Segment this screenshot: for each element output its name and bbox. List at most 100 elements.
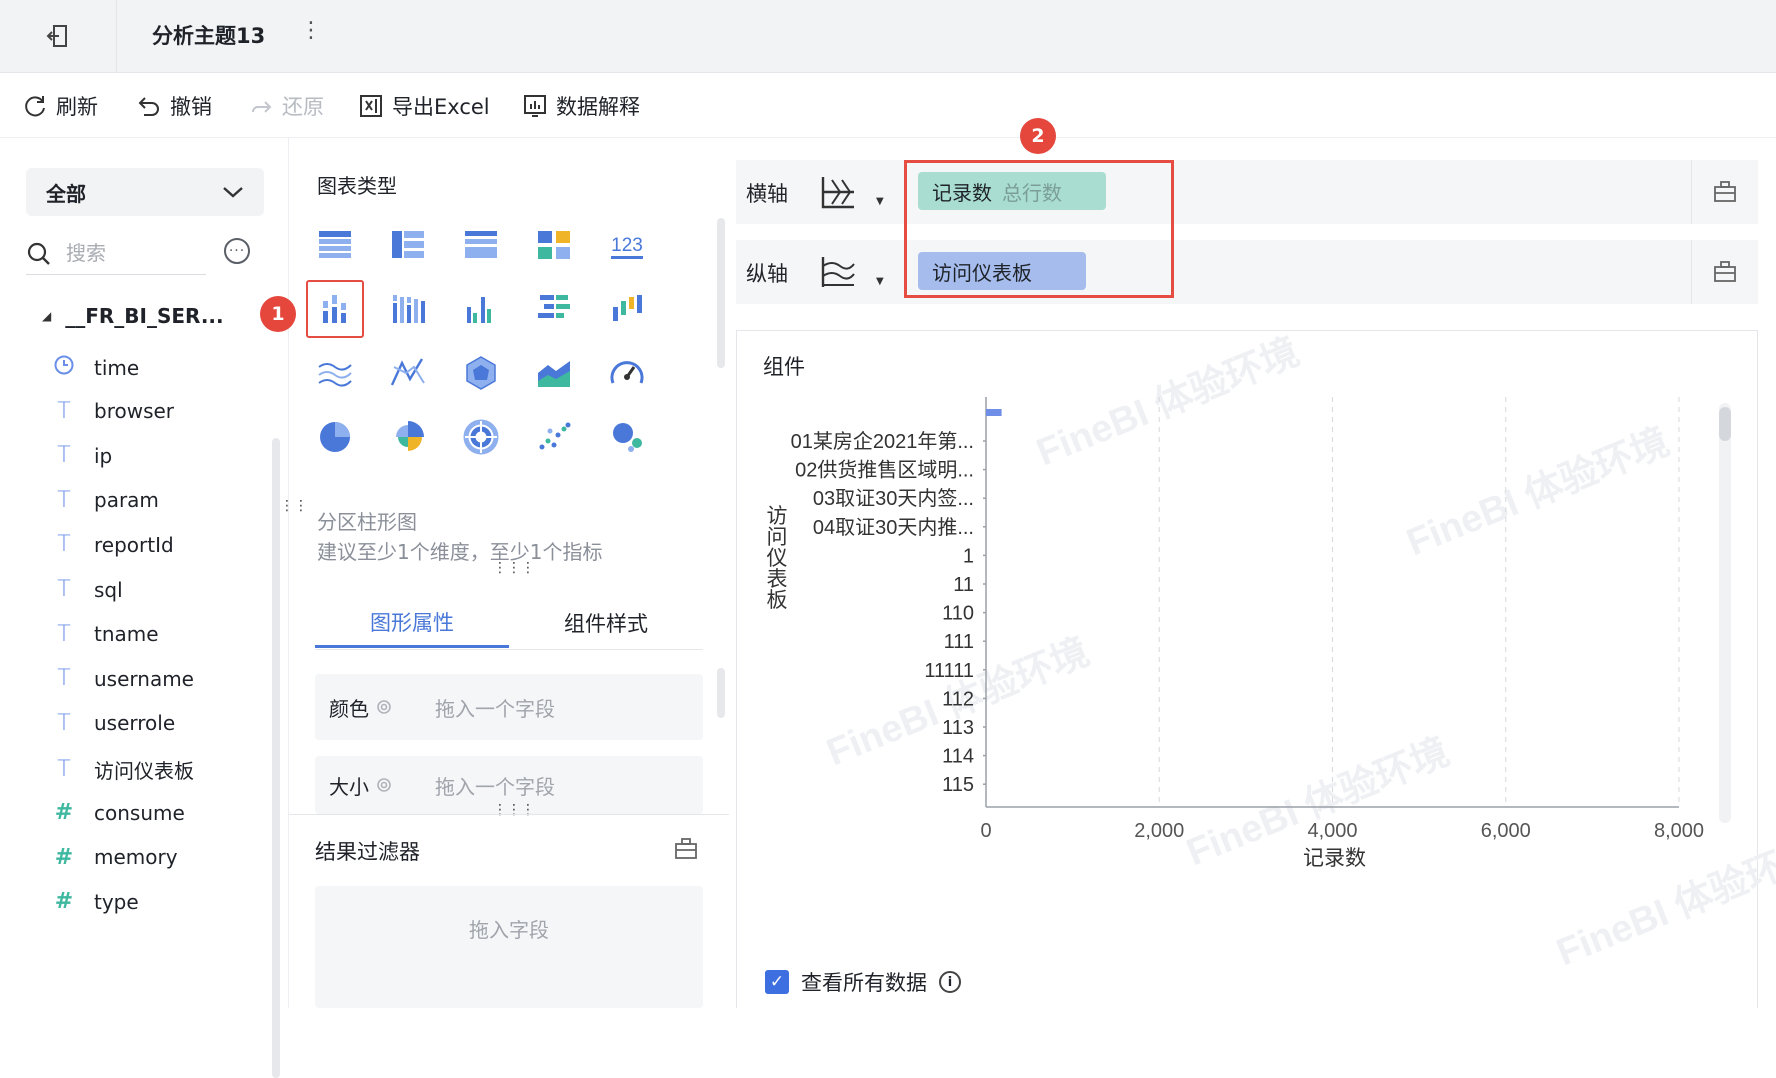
chart-type-option[interactable]: [525, 408, 583, 466]
tab-component-style[interactable]: 组件样式: [509, 598, 703, 648]
export-excel-icon: [360, 95, 382, 117]
field-name: ip: [94, 443, 113, 468]
chart-type-option[interactable]: [306, 216, 364, 274]
field-item[interactable]: Tip: [52, 443, 112, 468]
table-node[interactable]: ◢ __FR_BI_SER...: [42, 304, 224, 328]
chart-type-scrollbar[interactable]: [717, 218, 725, 368]
field-item[interactable]: Tusername: [52, 666, 194, 691]
chart-type-option[interactable]: 123: [598, 216, 656, 274]
chart-type-option[interactable]: [598, 408, 656, 466]
y-tick-label: 111: [944, 631, 974, 653]
field-name: consume: [94, 800, 185, 825]
toolbar: 刷新 撤销 还原 导出Excel 数据解释: [0, 73, 1776, 138]
text-field-icon: T: [57, 757, 71, 783]
refresh-icon: [25, 96, 45, 117]
chart-scrollbar-thumb[interactable]: [1719, 407, 1731, 441]
scope-value: 全部: [46, 181, 86, 206]
view-all-checkbox[interactable]: ✓: [765, 970, 789, 994]
y-tick-label: 110: [942, 603, 974, 625]
y-axis-type-button[interactable]: [818, 252, 858, 296]
top-header: 分析主题13 ⋮: [0, 0, 1776, 73]
chart-type-option[interactable]: [306, 408, 364, 466]
search-box: [26, 234, 206, 275]
resize-grip-icon[interactable]: ⋮⋮⋮: [493, 803, 535, 817]
stacked-column-chart-icon: [393, 295, 425, 323]
field-item[interactable]: Tparam: [52, 488, 159, 513]
field-name: tname: [94, 622, 159, 647]
y-tick-label: 115: [942, 774, 974, 796]
y-axis-shelf: 纵轴 ▼ 访问仪表板: [736, 240, 1758, 304]
x-axis-type-button[interactable]: [818, 172, 858, 216]
x-axis-dropdown-icon[interactable]: ▼: [876, 196, 884, 207]
chart-type-option[interactable]: [452, 216, 510, 274]
chart-type-option[interactable]: [306, 280, 364, 338]
filter-settings-icon[interactable]: [673, 836, 699, 866]
field-item[interactable]: # type: [52, 889, 139, 914]
text-field-icon: T: [57, 710, 71, 736]
refresh-button[interactable]: 刷新: [22, 91, 98, 121]
field-item[interactable]: time: [52, 354, 139, 382]
chart-type-option[interactable]: [525, 344, 583, 402]
gear-icon[interactable]: [375, 698, 393, 716]
area-chart-icon: [538, 361, 570, 387]
field-item[interactable]: T 访问仪表板: [52, 755, 194, 784]
field-item[interactable]: Tuserrole: [52, 711, 175, 736]
field-item[interactable]: # memory: [52, 845, 178, 870]
y-axis-dropdown-icon[interactable]: ▼: [876, 276, 884, 287]
size-label: 大小: [329, 774, 369, 799]
info-icon[interactable]: i: [939, 971, 961, 993]
chart-type-option[interactable]: [598, 344, 656, 402]
text-field-icon: T: [57, 487, 71, 513]
chart-type-option[interactable]: [525, 280, 583, 338]
field-item[interactable]: Tbrowser: [52, 399, 174, 424]
color-drop-zone[interactable]: 颜色 拖入一个字段: [315, 674, 703, 740]
gauge-icon: [610, 361, 644, 384]
y-axis-settings-button[interactable]: [1691, 240, 1758, 304]
chart-type-option[interactable]: [452, 344, 510, 402]
chart-type-option[interactable]: [452, 280, 510, 338]
result-filter-drop-zone[interactable]: 拖入字段: [315, 886, 703, 1008]
field-item[interactable]: # consume: [52, 800, 185, 825]
chart-type-option[interactable]: [306, 344, 364, 402]
exit-button[interactable]: [0, 0, 117, 72]
y-tick-label: 112: [942, 688, 974, 710]
field-list-scrollbar[interactable]: [272, 438, 280, 1078]
y-tick-label: 113: [942, 717, 974, 739]
chart-type-option[interactable]: [379, 408, 437, 466]
export-excel-button[interactable]: 导出Excel: [358, 91, 490, 121]
chart-scrollbar[interactable]: [1719, 403, 1731, 823]
more-options-button[interactable]: ⋮: [300, 18, 322, 43]
search-icon: [27, 242, 50, 265]
more-options-icon[interactable]: ···: [224, 238, 250, 264]
undo-button[interactable]: 撤销: [136, 91, 212, 121]
y-tick-label: 02供货推售区域明...: [795, 459, 974, 482]
chart-type-option[interactable]: [379, 344, 437, 402]
chart-type-option[interactable]: [379, 280, 437, 338]
field-item[interactable]: TreportId: [52, 532, 173, 558]
chart-type-option[interactable]: [525, 216, 583, 274]
props-scrollbar[interactable]: [717, 668, 725, 718]
data-explain-button[interactable]: 数据解释: [522, 91, 640, 121]
radar-line-chart-icon: [390, 358, 425, 386]
table-icon: [319, 231, 351, 258]
resize-grip-icon[interactable]: ⋮⋮⋮: [493, 561, 535, 575]
comparison-bar-chart-icon: [538, 295, 570, 318]
field-item[interactable]: Tsql: [52, 577, 122, 602]
chart-type-option[interactable]: [379, 216, 437, 274]
scope-dropdown[interactable]: 全部: [26, 168, 264, 216]
field-name: browser: [94, 399, 175, 424]
search-input[interactable]: [64, 241, 188, 267]
y-axis-title-char: 问: [767, 526, 788, 549]
number-field-icon: #: [54, 889, 74, 915]
redo-button[interactable]: 还原: [248, 91, 324, 121]
chart-type-option[interactable]: [452, 408, 510, 466]
x-axis-label: 横轴: [746, 182, 788, 206]
kpi-card-icon: [538, 231, 570, 259]
field-item[interactable]: Ttname: [52, 622, 159, 647]
text-field-icon: T: [57, 532, 71, 558]
chart-type-option[interactable]: [598, 280, 656, 338]
tab-graphic-properties[interactable]: 图形属性: [315, 598, 509, 648]
grouped-table-icon: [392, 231, 424, 258]
x-axis-settings-button[interactable]: [1691, 160, 1758, 224]
gear-icon[interactable]: [375, 776, 393, 794]
